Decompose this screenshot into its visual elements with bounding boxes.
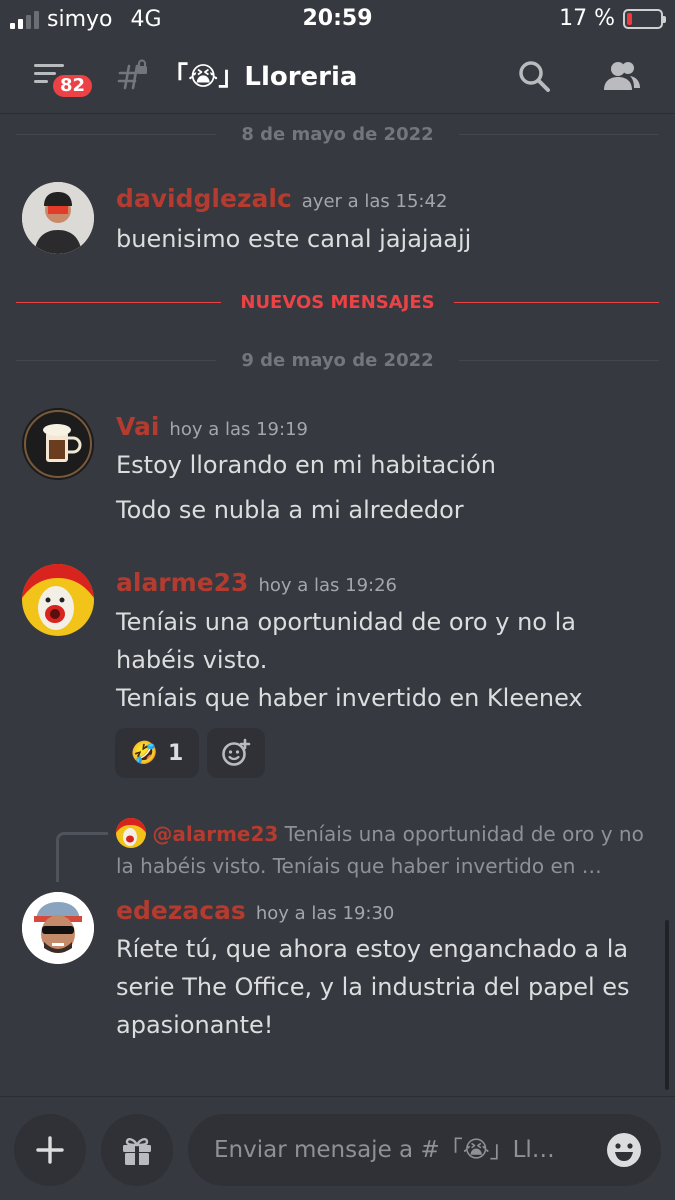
message-timestamp: hoy a las 19:30 [255,903,395,924]
date-label: 8 de mayo de 2022 [241,124,434,145]
members-icon[interactable] [602,58,642,94]
scrollbar[interactable] [665,920,669,1090]
notification-badge: 82 [50,72,96,100]
date-label: 9 de mayo de 2022 [241,350,434,371]
message-text: Teníais que haber invertido en Kleenex [116,684,583,712]
message-text: Teníais una oportunidad de oro y no la h… [116,608,576,674]
reaction-emoji: 🤣 [130,740,159,766]
message-text: Ríete tú, que ahora estoy enganchado a l… [116,935,630,1039]
reaction-pill[interactable]: 🤣 1 [115,728,199,778]
message-text: Todo se nubla a mi alrededor [116,496,464,524]
reply-reference[interactable]: @alarme23 Teníais una oportunidad de oro… [116,818,656,882]
hashtag-lock-icon [117,59,147,90]
menu-button[interactable]: 82 [30,58,96,102]
battery-icon [623,8,666,29]
channel-title: 「😭」Lloreria [162,62,358,92]
add-reaction-button[interactable] [207,728,265,778]
date-divider: 8 de mayo de 2022 [16,124,659,145]
plus-icon [36,1136,64,1164]
avatar[interactable] [22,182,94,254]
new-messages-divider: NUEVOS MENSAJES [16,292,659,313]
status-bar: simyo 4G 20:59 17 % [0,0,675,38]
add-reaction-icon [222,738,251,766]
avatar[interactable] [22,892,94,964]
message-input-placeholder: Enviar mensaje a #「😭」Ll… [214,1137,555,1163]
gift-button[interactable] [101,1114,173,1186]
search-icon[interactable] [516,58,552,94]
battery-level [627,12,633,25]
composer-bar: Enviar mensaje a #「😭」Ll… [0,1096,675,1200]
reply-connector [56,832,108,882]
message-author[interactable]: edezacas hoy a las 19:30 [116,896,394,925]
reaction-count: 1 [168,740,184,766]
avatar[interactable] [22,408,94,480]
message-input[interactable]: Enviar mensaje a #「😭」Ll… [188,1114,661,1186]
message-author[interactable]: davidglezalc ayer a las 15:42 [116,184,447,213]
reply-mention: @alarme23 [152,822,279,846]
message-timestamp: ayer a las 15:42 [301,191,448,212]
message-author[interactable]: alarme23 hoy a las 19:26 [116,568,397,597]
gift-icon [123,1137,151,1165]
avatar[interactable] [22,564,94,636]
date-divider: 9 de mayo de 2022 [16,350,659,371]
reply-avatar [116,818,146,848]
message-text: buenisimo este canal jajajaajj [116,225,472,253]
new-messages-label: NUEVOS MENSAJES [240,292,435,313]
emoji-icon[interactable] [605,1131,643,1169]
battery-percent: 17 % [559,6,615,31]
add-attachment-button[interactable] [14,1114,86,1186]
message-text: Estoy llorando en mi habitación [116,451,496,479]
message-timestamp: hoy a las 19:26 [258,575,397,596]
message-author[interactable]: Vai hoy a las 19:19 [116,412,308,441]
channel-header: 82 「😭」Lloreria [0,38,675,114]
message-timestamp: hoy a las 19:19 [169,419,308,440]
